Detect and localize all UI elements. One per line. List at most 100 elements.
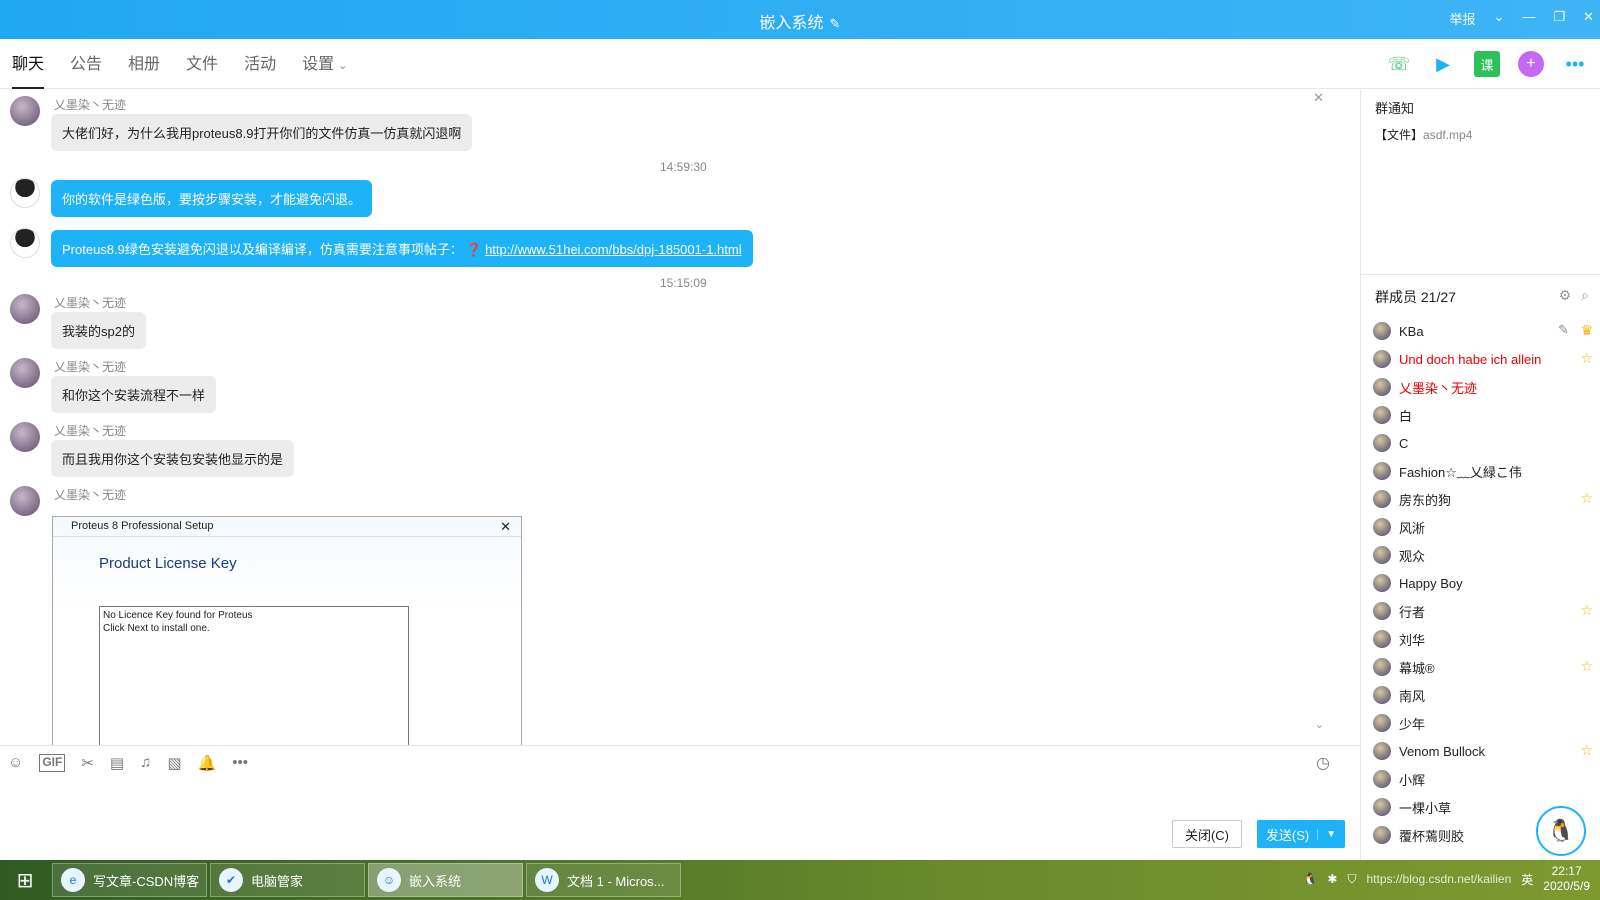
member-row[interactable]: Happy Boy (1373, 569, 1593, 597)
avatar (1373, 518, 1391, 536)
send-button[interactable]: 发送(S) ▼ (1257, 820, 1345, 848)
word-icon: W (535, 868, 559, 892)
image-attachment[interactable]: Proteus 8 Professional Setup ✕ Product L… (52, 516, 522, 745)
windows-start-icon[interactable]: ⊞ (8, 866, 42, 894)
close-button[interactable]: 关闭(C) (1172, 820, 1242, 848)
message-bubble: 而且我用你这个安装包安装他显示的是 (51, 440, 295, 477)
member-row[interactable]: 乂墨染丶无迹 (1373, 373, 1593, 401)
tab-activity[interactable]: 活动 (244, 39, 276, 89)
video-call-icon[interactable]: ▶ (1430, 51, 1456, 77)
screenshot-line: Click Next to install one. (103, 623, 210, 634)
avatar (1373, 686, 1391, 704)
message-link[interactable]: http://www.51hei.com/bbs/dpj-185001-1.ht… (485, 242, 742, 257)
shield-icon[interactable]: ⛉ (1347, 872, 1356, 887)
close-icon[interactable]: ✕ (1313, 90, 1324, 106)
avatar[interactable] (10, 96, 40, 126)
avatar[interactable] (10, 228, 40, 258)
gif-icon[interactable]: GIF (39, 754, 66, 772)
minimize-icon[interactable]: — (1522, 9, 1535, 28)
avatar[interactable] (10, 178, 40, 208)
task-word[interactable]: W 文档 1 - Micros... (526, 863, 681, 897)
message-sender: 乂墨染丶无迹 (54, 424, 127, 438)
scissors-icon[interactable]: ✂ (81, 754, 94, 772)
member-row[interactable]: Venom Bullock ☆ (1373, 737, 1593, 765)
screenshot-textbox: No Licence Key found for Proteus Click N… (99, 606, 409, 745)
bell-icon[interactable]: 🔔 (198, 754, 217, 772)
member-row[interactable]: 观众 (1373, 541, 1593, 569)
history-icon[interactable]: ◷ (1316, 753, 1330, 773)
member-row[interactable]: 小辉 (1373, 765, 1593, 793)
class-icon[interactable]: 课 (1474, 51, 1500, 77)
close-icon[interactable]: ✕ (1583, 9, 1594, 28)
star-icon: ☆ (1580, 658, 1593, 674)
folder-icon[interactable]: ▤ (110, 754, 124, 772)
member-row[interactable]: 白 (1373, 401, 1593, 429)
qq-penguin-icon[interactable]: 🐧 (1536, 806, 1586, 856)
member-name: 房东的狗 (1399, 492, 1452, 508)
tab-files[interactable]: 文件 (186, 39, 218, 89)
restore-icon[interactable]: ❐ (1553, 9, 1565, 28)
qq-tray-icon[interactable]: 🐧 (1302, 872, 1317, 886)
ime-indicator[interactable]: 英 (1521, 871, 1533, 888)
avatar[interactable] (10, 422, 40, 452)
message-sender: 乂墨染丶无迹 (54, 360, 127, 374)
more-icon[interactable]: ••• (1562, 51, 1588, 77)
scroll-down-icon[interactable]: ⌄ (1315, 718, 1324, 731)
emoji-icon[interactable]: ☺ (8, 754, 23, 772)
member-name: 南风 (1399, 688, 1426, 704)
search-icon[interactable]: ⌕ (1581, 287, 1589, 304)
member-row[interactable]: Fashion☆﹏乂緑こ伟 (1373, 457, 1593, 485)
task-qq-group[interactable]: ☺ 嵌入系统 (368, 863, 523, 897)
chevron-down-icon[interactable]: ⌄ (1494, 9, 1505, 28)
notice-file[interactable]: 【文件】asdf.mp4 (1375, 126, 1472, 143)
avatar (1373, 658, 1391, 676)
member-row[interactable]: 风淅 (1373, 513, 1593, 541)
add-icon[interactable]: + (1518, 51, 1544, 77)
watermark-text: https://blog.csdn.net/kailien (1366, 872, 1512, 886)
member-name: Fashion☆﹏乂緑こ伟 (1399, 464, 1522, 480)
bluetooth-icon[interactable]: ✱ (1327, 872, 1337, 886)
member-row[interactable]: 行者 ☆ (1373, 597, 1593, 625)
message-input[interactable]: 关闭(C) 发送(S) ▼ (0, 780, 1360, 860)
tab-announcement[interactable]: 公告 (70, 39, 102, 89)
task-label: 电脑管家 (251, 873, 304, 889)
avatar (1373, 798, 1391, 816)
member-row[interactable]: C (1373, 429, 1593, 457)
avatar[interactable] (10, 486, 40, 516)
star-icon: ☆ (1580, 742, 1593, 758)
chat-area[interactable]: ✕ 乂墨染丶无迹 大佬们好，为什么我用proteus8.9打开你们的文件仿真一仿… (0, 90, 1360, 745)
music-icon[interactable]: ♫ (140, 754, 151, 772)
member-row[interactable]: KBa ✎ ♛ (1373, 317, 1593, 345)
member-row[interactable]: 幕城® ☆ (1373, 653, 1593, 681)
message-bubble: 和你这个安装流程不一样 (51, 376, 217, 413)
avatar (1373, 714, 1391, 732)
edit-icon[interactable]: ✎ (1558, 322, 1569, 338)
edit-icon[interactable]: ✎ (830, 16, 841, 32)
member-row[interactable]: 南风 (1373, 681, 1593, 709)
window-title-text: 嵌入系统 (759, 15, 824, 32)
avatar: ☺ (377, 868, 401, 892)
task-csdn[interactable]: e 写文章-CSDN博客 (52, 863, 207, 897)
star-icon: ☆ (1580, 350, 1593, 366)
report-link[interactable]: 举报 (1450, 9, 1476, 28)
more-icon[interactable]: ••• (232, 754, 248, 772)
member-row[interactable]: 房东的狗 ☆ (1373, 485, 1593, 513)
task-label: 写文章-CSDN博客 (93, 873, 200, 889)
image-icon[interactable]: ▧ (167, 754, 181, 772)
member-row[interactable]: 少年 (1373, 709, 1593, 737)
member-row[interactable]: Und doch habe ich allein ☆ (1373, 345, 1593, 373)
avatar[interactable] (10, 294, 40, 324)
phone-icon[interactable]: ☏ (1386, 51, 1412, 77)
chevron-down-icon[interactable]: ▼ (1317, 828, 1336, 840)
tab-album[interactable]: 相册 (128, 39, 160, 89)
member-row[interactable]: 刘华 (1373, 625, 1593, 653)
avatar[interactable] (10, 358, 40, 388)
tab-settings[interactable]: 设置 ⌄ (302, 39, 347, 89)
clock[interactable]: 22:17 2020/5/9 (1543, 864, 1590, 894)
tab-chat[interactable]: 聊天 (12, 39, 45, 89)
manage-members-icon[interactable]: ⚙ (1559, 287, 1572, 304)
task-pc-manager[interactable]: ✔ 电脑管家 (210, 863, 365, 897)
title-bar: 嵌入系统 ✎ 举报 ⌄ — ❐ ✕ (0, 0, 1600, 39)
member-name: 幕城® (1399, 660, 1435, 676)
member-panel: 群成员 21/27 ⚙ ⌕ KBa ✎ ♛ Und doch habe ich al… (1361, 274, 1600, 844)
